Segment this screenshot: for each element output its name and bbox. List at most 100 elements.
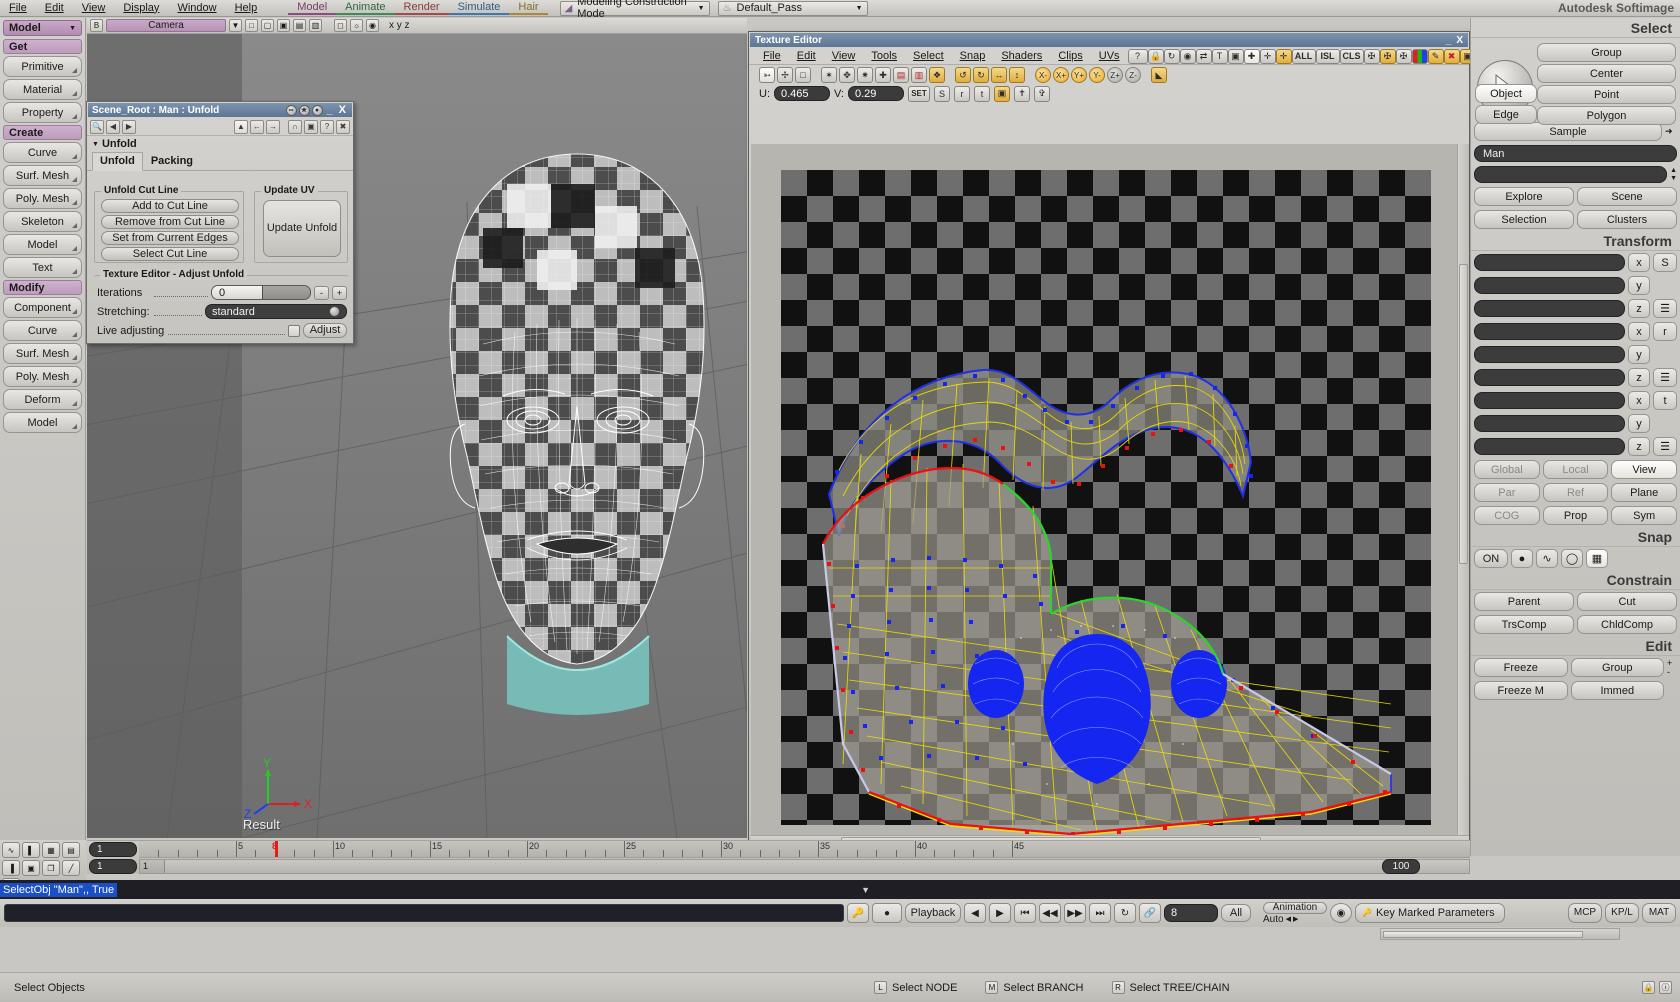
axis-x-plus-button[interactable]: X+ xyxy=(1053,67,1069,83)
te-menu-uvs[interactable]: UVs xyxy=(1091,50,1128,62)
te-menu-clips[interactable]: Clips xyxy=(1050,50,1090,62)
link-playback-button[interactable]: 🔗 xyxy=(1139,903,1161,923)
left-btn-modify-model[interactable]: Model xyxy=(3,412,82,433)
tab-mat[interactable]: MAT xyxy=(1642,903,1676,923)
translate-menu-icon[interactable]: ☰ xyxy=(1653,437,1677,456)
display-mode-3-icon[interactable]: ▣ xyxy=(277,19,290,32)
auto-right-icon[interactable]: ▶ xyxy=(1293,915,1298,923)
timeline-range-start-field[interactable]: 1 xyxy=(89,859,137,874)
iterations-decrement-button[interactable]: - xyxy=(314,285,329,300)
status-info-icon[interactable]: ⓘ xyxy=(1659,981,1672,994)
add-to-cut-line-button[interactable]: Add to Cut Line xyxy=(101,199,239,213)
snap-curve-icon[interactable]: ∿ xyxy=(1536,549,1558,568)
nav-left-icon[interactable]: ← xyxy=(250,119,264,134)
keyset-icon[interactable]: ● xyxy=(872,903,902,923)
swap-icon[interactable]: ⇄ xyxy=(1195,48,1212,64)
texture-editor-canvas[interactable] xyxy=(751,144,1469,847)
live-adjusting-checkbox[interactable] xyxy=(288,324,300,337)
auto-left-icon[interactable]: ◀ xyxy=(1286,915,1291,923)
te-menu-shaders[interactable]: Shaders xyxy=(993,50,1050,62)
mode-hair[interactable]: Hair xyxy=(509,1,548,15)
clip-icon[interactable]: ◉ xyxy=(1179,48,1196,64)
command-bar[interactable]: SelectObj "Man",, True ▼ xyxy=(0,880,1680,899)
help-icon[interactable]: ? xyxy=(1127,48,1148,64)
left-btn-model[interactable]: Model xyxy=(3,234,82,255)
scale-mode-button[interactable]: S xyxy=(934,85,950,102)
timeline[interactable]: 1 1 5 10 15 20 25 30 35 40 45 8 1 100 xyxy=(87,840,1470,874)
uv-edge-icon[interactable]: ✛ xyxy=(1259,48,1276,64)
edit-immed-button[interactable]: Immed xyxy=(1570,681,1664,700)
left-btn-primitive[interactable]: Primitive xyxy=(3,56,82,77)
unfold-minimize-button[interactable]: _ xyxy=(325,104,335,116)
selected-object-field[interactable]: Man xyxy=(1474,145,1677,162)
construction-mode-combo[interactable]: ◢ Modeling Construction Mode ▼ xyxy=(559,0,710,20)
uv-hide-icon[interactable]: ✎ xyxy=(1427,48,1444,64)
left-btn-skeleton[interactable]: Skeleton xyxy=(3,211,82,232)
translate-mode-button[interactable]: t xyxy=(1653,391,1677,410)
pivot-icon[interactable]: ✝ xyxy=(1014,85,1030,102)
layout-quad-icon[interactable]: ▦ xyxy=(42,842,60,858)
eye-icon[interactable]: ◉ xyxy=(366,19,379,32)
animation-button[interactable]: Animation xyxy=(1263,901,1327,914)
stitch-r-icon[interactable]: ✠ xyxy=(1395,48,1412,64)
select-center-button[interactable]: Center xyxy=(1537,64,1676,83)
select-object-button[interactable]: Object xyxy=(1475,84,1537,103)
ref-sym-button[interactable]: Sym xyxy=(1611,506,1678,525)
play-backward-button[interactable]: ◀ xyxy=(964,903,986,923)
select-island-button[interactable]: ISL xyxy=(1315,48,1340,64)
left-btn-curve[interactable]: Curve xyxy=(3,142,82,163)
te-menu-tools[interactable]: Tools xyxy=(863,50,905,62)
ref-plane-button[interactable]: Plane xyxy=(1611,483,1678,502)
translate-y-field[interactable] xyxy=(1474,415,1625,432)
edit-group-button[interactable]: Group xyxy=(1570,658,1664,677)
texture-editor-window[interactable]: Texture Editor _ X File Edit View Tools … xyxy=(748,31,1492,849)
play-forward-button[interactable]: ▶ xyxy=(989,903,1011,923)
menu-window[interactable]: Window xyxy=(168,0,225,17)
menu-edit[interactable]: Edit xyxy=(36,0,73,17)
translate-y-label[interactable]: y xyxy=(1628,414,1650,433)
axis-y-plus-button[interactable]: Y+ xyxy=(1071,67,1087,83)
move-select-icon[interactable]: ✢ xyxy=(777,67,793,83)
scale-z-label[interactable]: z xyxy=(1628,299,1650,318)
rotate-mode-button[interactable]: r xyxy=(954,85,970,102)
help-icon[interactable]: ? xyxy=(320,119,334,134)
uv-vertex-icon[interactable]: ✚ xyxy=(1243,48,1260,64)
scale-x-field[interactable] xyxy=(1474,254,1625,271)
chevron-down-icon[interactable]: ▼ xyxy=(229,19,242,32)
mirror-v-icon[interactable]: ▥ xyxy=(911,67,927,83)
menu-display[interactable]: Display xyxy=(114,0,168,17)
camera-icon[interactable]: ▣ xyxy=(304,119,318,134)
timeline-range-bar[interactable]: 1 xyxy=(139,859,1470,874)
relax-uv-icon[interactable]: ❖ xyxy=(929,67,945,83)
translate-z-field[interactable] xyxy=(1474,438,1625,455)
tab-packing[interactable]: Packing xyxy=(143,152,201,170)
translate-x-label[interactable]: x xyxy=(1628,391,1650,410)
scale-mode-button[interactable]: S xyxy=(1653,253,1677,272)
menu-file[interactable]: File xyxy=(0,0,36,17)
stitch-u-icon[interactable]: ✠ xyxy=(1379,48,1396,64)
adjust-button[interactable]: Adjust xyxy=(303,323,347,338)
frame-selection-icon[interactable]: ▣ xyxy=(994,85,1010,102)
remove-from-cut-line-button[interactable]: Remove from Cut Line xyxy=(101,215,239,229)
select-arrow-icon[interactable]: ➳ xyxy=(759,67,775,83)
edit-plus-minus[interactable]: + - xyxy=(1667,658,1677,677)
clusters-button[interactable]: Clusters xyxy=(1577,210,1677,229)
rotate-x-field[interactable] xyxy=(1474,323,1625,340)
uv-polygon-icon[interactable]: ✛ xyxy=(1275,48,1292,64)
te-menu-select[interactable]: Select xyxy=(905,50,952,62)
left-btn-modify-poly-mesh[interactable]: Poly. Mesh xyxy=(3,366,82,387)
timeline-current-frame-field[interactable]: 1 xyxy=(89,842,137,857)
tab-kpl[interactable]: KP/L xyxy=(1605,903,1639,923)
tab-unfold[interactable]: Unfold xyxy=(92,152,143,171)
command-history-field[interactable] xyxy=(4,904,844,922)
set-uv-button[interactable]: SET xyxy=(908,85,930,102)
constrain-parent-button[interactable]: Parent xyxy=(1474,592,1574,611)
left-btn-surf-mesh[interactable]: Surf. Mesh xyxy=(3,165,82,186)
translate-uv-icon[interactable]: ✶ xyxy=(821,67,837,83)
explore-button[interactable]: Explore xyxy=(1474,187,1574,206)
layout-mixed-icon[interactable]: ▣ xyxy=(22,860,40,876)
te-menu-view[interactable]: View xyxy=(824,50,864,62)
nav-back-icon[interactable]: ◀ xyxy=(106,119,120,134)
nav-forward-icon[interactable]: ▶ xyxy=(122,119,136,134)
select-edge-button[interactable]: Edge xyxy=(1475,105,1537,124)
